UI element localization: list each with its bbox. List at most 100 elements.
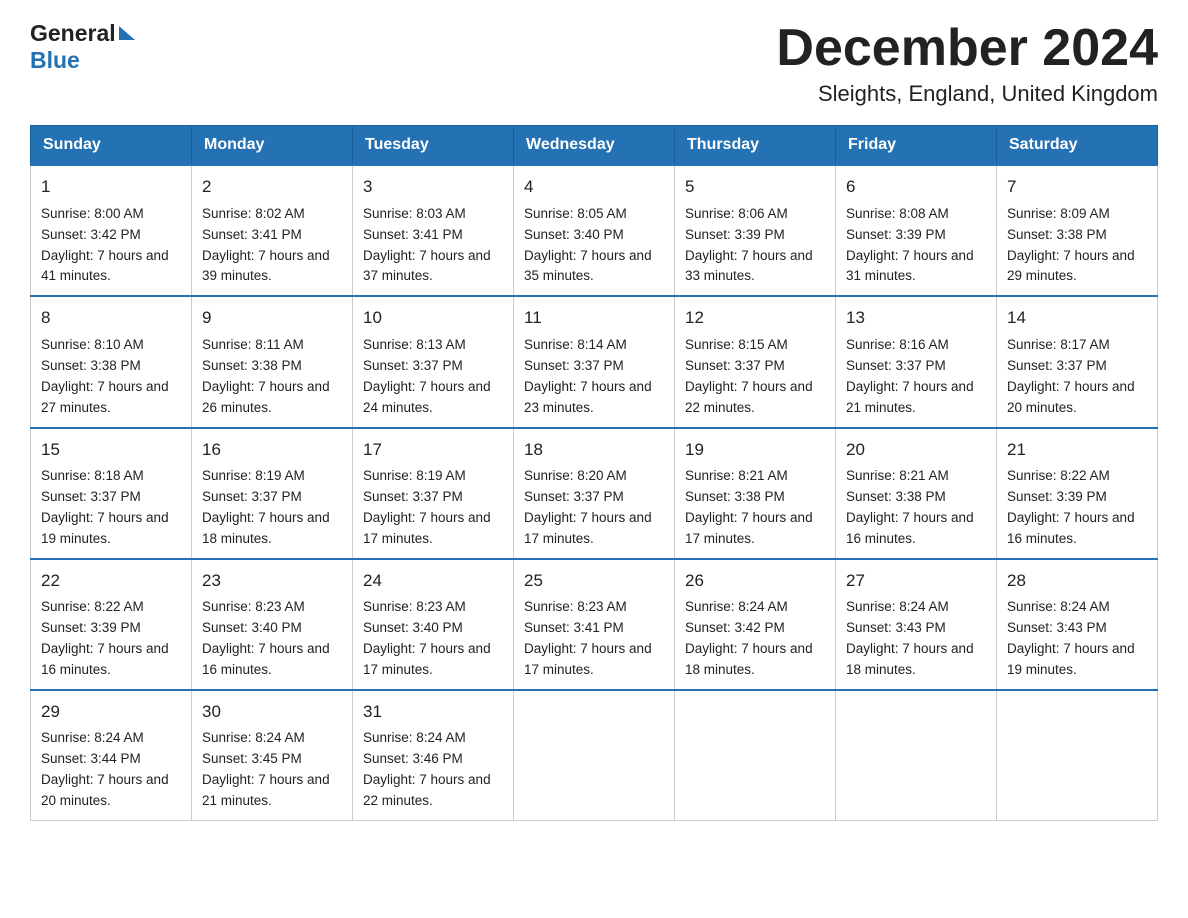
day-info: Sunrise: 8:13 AMSunset: 3:37 PMDaylight:… (363, 337, 491, 415)
calendar-day-cell: 16 Sunrise: 8:19 AMSunset: 3:37 PMDayligh… (192, 428, 353, 559)
logo-arrow-icon (119, 26, 135, 40)
calendar-day-cell: 15 Sunrise: 8:18 AMSunset: 3:37 PMDayligh… (31, 428, 192, 559)
calendar-day-cell: 21 Sunrise: 8:22 AMSunset: 3:39 PMDayligh… (997, 428, 1158, 559)
calendar-day-cell: 10 Sunrise: 8:13 AMSunset: 3:37 PMDayligh… (353, 296, 514, 427)
day-number: 15 (41, 437, 181, 463)
day-info: Sunrise: 8:00 AMSunset: 3:42 PMDaylight:… (41, 206, 169, 284)
calendar-day-cell: 8Sunrise: 8:10 AMSunset: 3:38 PMDaylight… (31, 296, 192, 427)
weekday-header-monday: Monday (192, 126, 353, 166)
calendar-day-cell: 18 Sunrise: 8:20 AMSunset: 3:37 PMDayligh… (514, 428, 675, 559)
day-number: 14 (1007, 305, 1147, 331)
day-info: Sunrise: 8:24 AMSunset: 3:44 PMDaylight:… (41, 730, 169, 808)
logo: General Blue (30, 20, 135, 74)
calendar-day-cell: 29 Sunrise: 8:24 AMSunset: 3:44 PMDayligh… (31, 690, 192, 821)
day-number: 6 (846, 174, 986, 200)
calendar-day-cell: 9 Sunrise: 8:11 AMSunset: 3:38 PMDaylight… (192, 296, 353, 427)
calendar-week-row: 15 Sunrise: 8:18 AMSunset: 3:37 PMDayligh… (31, 428, 1158, 559)
calendar-title: December 2024 (776, 20, 1158, 77)
day-info: Sunrise: 8:16 AMSunset: 3:37 PMDaylight:… (846, 337, 974, 415)
calendar-day-cell: 17 Sunrise: 8:19 AMSunset: 3:37 PMDayligh… (353, 428, 514, 559)
calendar-day-cell: 4 Sunrise: 8:05 AMSunset: 3:40 PMDaylight… (514, 165, 675, 296)
calendar-week-row: 1 Sunrise: 8:00 AMSunset: 3:42 PMDaylight… (31, 165, 1158, 296)
day-number: 21 (1007, 437, 1147, 463)
day-number: 31 (363, 699, 503, 725)
calendar-day-cell: 23Sunrise: 8:23 AMSunset: 3:40 PMDayligh… (192, 559, 353, 690)
calendar-day-cell (997, 690, 1158, 821)
day-info: Sunrise: 8:15 AMSunset: 3:37 PMDaylight:… (685, 337, 813, 415)
calendar-day-cell: 28Sunrise: 8:24 AMSunset: 3:43 PMDayligh… (997, 559, 1158, 690)
page-header: General Blue December 2024 Sleights, Eng… (30, 20, 1158, 107)
calendar-day-cell: 22 Sunrise: 8:22 AMSunset: 3:39 PMDayligh… (31, 559, 192, 690)
calendar-day-cell (836, 690, 997, 821)
day-info: Sunrise: 8:08 AMSunset: 3:39 PMDaylight:… (846, 206, 974, 284)
day-number: 18 (524, 437, 664, 463)
calendar-day-cell: 25Sunrise: 8:23 AMSunset: 3:41 PMDayligh… (514, 559, 675, 690)
calendar-day-cell: 13 Sunrise: 8:16 AMSunset: 3:37 PMDayligh… (836, 296, 997, 427)
day-number: 1 (41, 174, 181, 200)
day-number: 2 (202, 174, 342, 200)
calendar-table: SundayMondayTuesdayWednesdayThursdayFrid… (30, 125, 1158, 821)
calendar-header-row: SundayMondayTuesdayWednesdayThursdayFrid… (31, 126, 1158, 166)
day-info: Sunrise: 8:03 AMSunset: 3:41 PMDaylight:… (363, 206, 491, 284)
day-number: 22 (41, 568, 181, 594)
day-number: 17 (363, 437, 503, 463)
calendar-day-cell: 3 Sunrise: 8:03 AMSunset: 3:41 PMDaylight… (353, 165, 514, 296)
day-info: Sunrise: 8:22 AMSunset: 3:39 PMDaylight:… (1007, 468, 1135, 546)
day-number: 23 (202, 568, 342, 594)
calendar-subtitle: Sleights, England, United Kingdom (776, 81, 1158, 107)
calendar-day-cell: 5 Sunrise: 8:06 AMSunset: 3:39 PMDaylight… (675, 165, 836, 296)
day-number: 16 (202, 437, 342, 463)
day-number: 29 (41, 699, 181, 725)
day-info: Sunrise: 8:24 AMSunset: 3:46 PMDaylight:… (363, 730, 491, 808)
day-number: 19 (685, 437, 825, 463)
day-number: 11 (524, 305, 664, 331)
weekday-header-thursday: Thursday (675, 126, 836, 166)
calendar-day-cell: 1 Sunrise: 8:00 AMSunset: 3:42 PMDaylight… (31, 165, 192, 296)
calendar-day-cell: 14 Sunrise: 8:17 AMSunset: 3:37 PMDayligh… (997, 296, 1158, 427)
calendar-day-cell: 6 Sunrise: 8:08 AMSunset: 3:39 PMDaylight… (836, 165, 997, 296)
day-number: 20 (846, 437, 986, 463)
day-info: Sunrise: 8:21 AMSunset: 3:38 PMDaylight:… (685, 468, 813, 546)
weekday-header-tuesday: Tuesday (353, 126, 514, 166)
day-info: Sunrise: 8:14 AMSunset: 3:37 PMDaylight:… (524, 337, 652, 415)
calendar-day-cell: 7Sunrise: 8:09 AMSunset: 3:38 PMDaylight… (997, 165, 1158, 296)
calendar-day-cell (675, 690, 836, 821)
calendar-day-cell: 11 Sunrise: 8:14 AMSunset: 3:37 PMDayligh… (514, 296, 675, 427)
calendar-day-cell: 27 Sunrise: 8:24 AMSunset: 3:43 PMDayligh… (836, 559, 997, 690)
calendar-day-cell: 30Sunrise: 8:24 AMSunset: 3:45 PMDayligh… (192, 690, 353, 821)
day-info: Sunrise: 8:23 AMSunset: 3:40 PMDaylight:… (363, 599, 491, 677)
day-number: 5 (685, 174, 825, 200)
day-info: Sunrise: 8:24 AMSunset: 3:43 PMDaylight:… (846, 599, 974, 677)
day-number: 9 (202, 305, 342, 331)
day-number: 13 (846, 305, 986, 331)
day-number: 27 (846, 568, 986, 594)
day-info: Sunrise: 8:17 AMSunset: 3:37 PMDaylight:… (1007, 337, 1135, 415)
calendar-day-cell: 31 Sunrise: 8:24 AMSunset: 3:46 PMDayligh… (353, 690, 514, 821)
calendar-day-cell (514, 690, 675, 821)
calendar-week-row: 22 Sunrise: 8:22 AMSunset: 3:39 PMDayligh… (31, 559, 1158, 690)
day-info: Sunrise: 8:22 AMSunset: 3:39 PMDaylight:… (41, 599, 169, 677)
day-info: Sunrise: 8:20 AMSunset: 3:37 PMDaylight:… (524, 468, 652, 546)
day-number: 24 (363, 568, 503, 594)
calendar-day-cell: 26Sunrise: 8:24 AMSunset: 3:42 PMDayligh… (675, 559, 836, 690)
day-info: Sunrise: 8:19 AMSunset: 3:37 PMDaylight:… (363, 468, 491, 546)
logo-blue-text: Blue (30, 47, 80, 74)
weekday-header-friday: Friday (836, 126, 997, 166)
day-info: Sunrise: 8:21 AMSunset: 3:38 PMDaylight:… (846, 468, 974, 546)
day-info: Sunrise: 8:11 AMSunset: 3:38 PMDaylight:… (202, 337, 330, 415)
day-info: Sunrise: 8:24 AMSunset: 3:43 PMDaylight:… (1007, 599, 1135, 677)
day-number: 26 (685, 568, 825, 594)
day-info: Sunrise: 8:10 AMSunset: 3:38 PMDaylight:… (41, 337, 169, 415)
day-number: 3 (363, 174, 503, 200)
day-info: Sunrise: 8:05 AMSunset: 3:40 PMDaylight:… (524, 206, 652, 284)
day-info: Sunrise: 8:06 AMSunset: 3:39 PMDaylight:… (685, 206, 813, 284)
day-info: Sunrise: 8:09 AMSunset: 3:38 PMDaylight:… (1007, 206, 1135, 284)
day-number: 4 (524, 174, 664, 200)
calendar-day-cell: 2 Sunrise: 8:02 AMSunset: 3:41 PMDaylight… (192, 165, 353, 296)
day-info: Sunrise: 8:02 AMSunset: 3:41 PMDaylight:… (202, 206, 330, 284)
day-info: Sunrise: 8:19 AMSunset: 3:37 PMDaylight:… (202, 468, 330, 546)
day-info: Sunrise: 8:18 AMSunset: 3:37 PMDaylight:… (41, 468, 169, 546)
day-number: 10 (363, 305, 503, 331)
calendar-day-cell: 19 Sunrise: 8:21 AMSunset: 3:38 PMDayligh… (675, 428, 836, 559)
logo-general-text: General (30, 20, 116, 47)
